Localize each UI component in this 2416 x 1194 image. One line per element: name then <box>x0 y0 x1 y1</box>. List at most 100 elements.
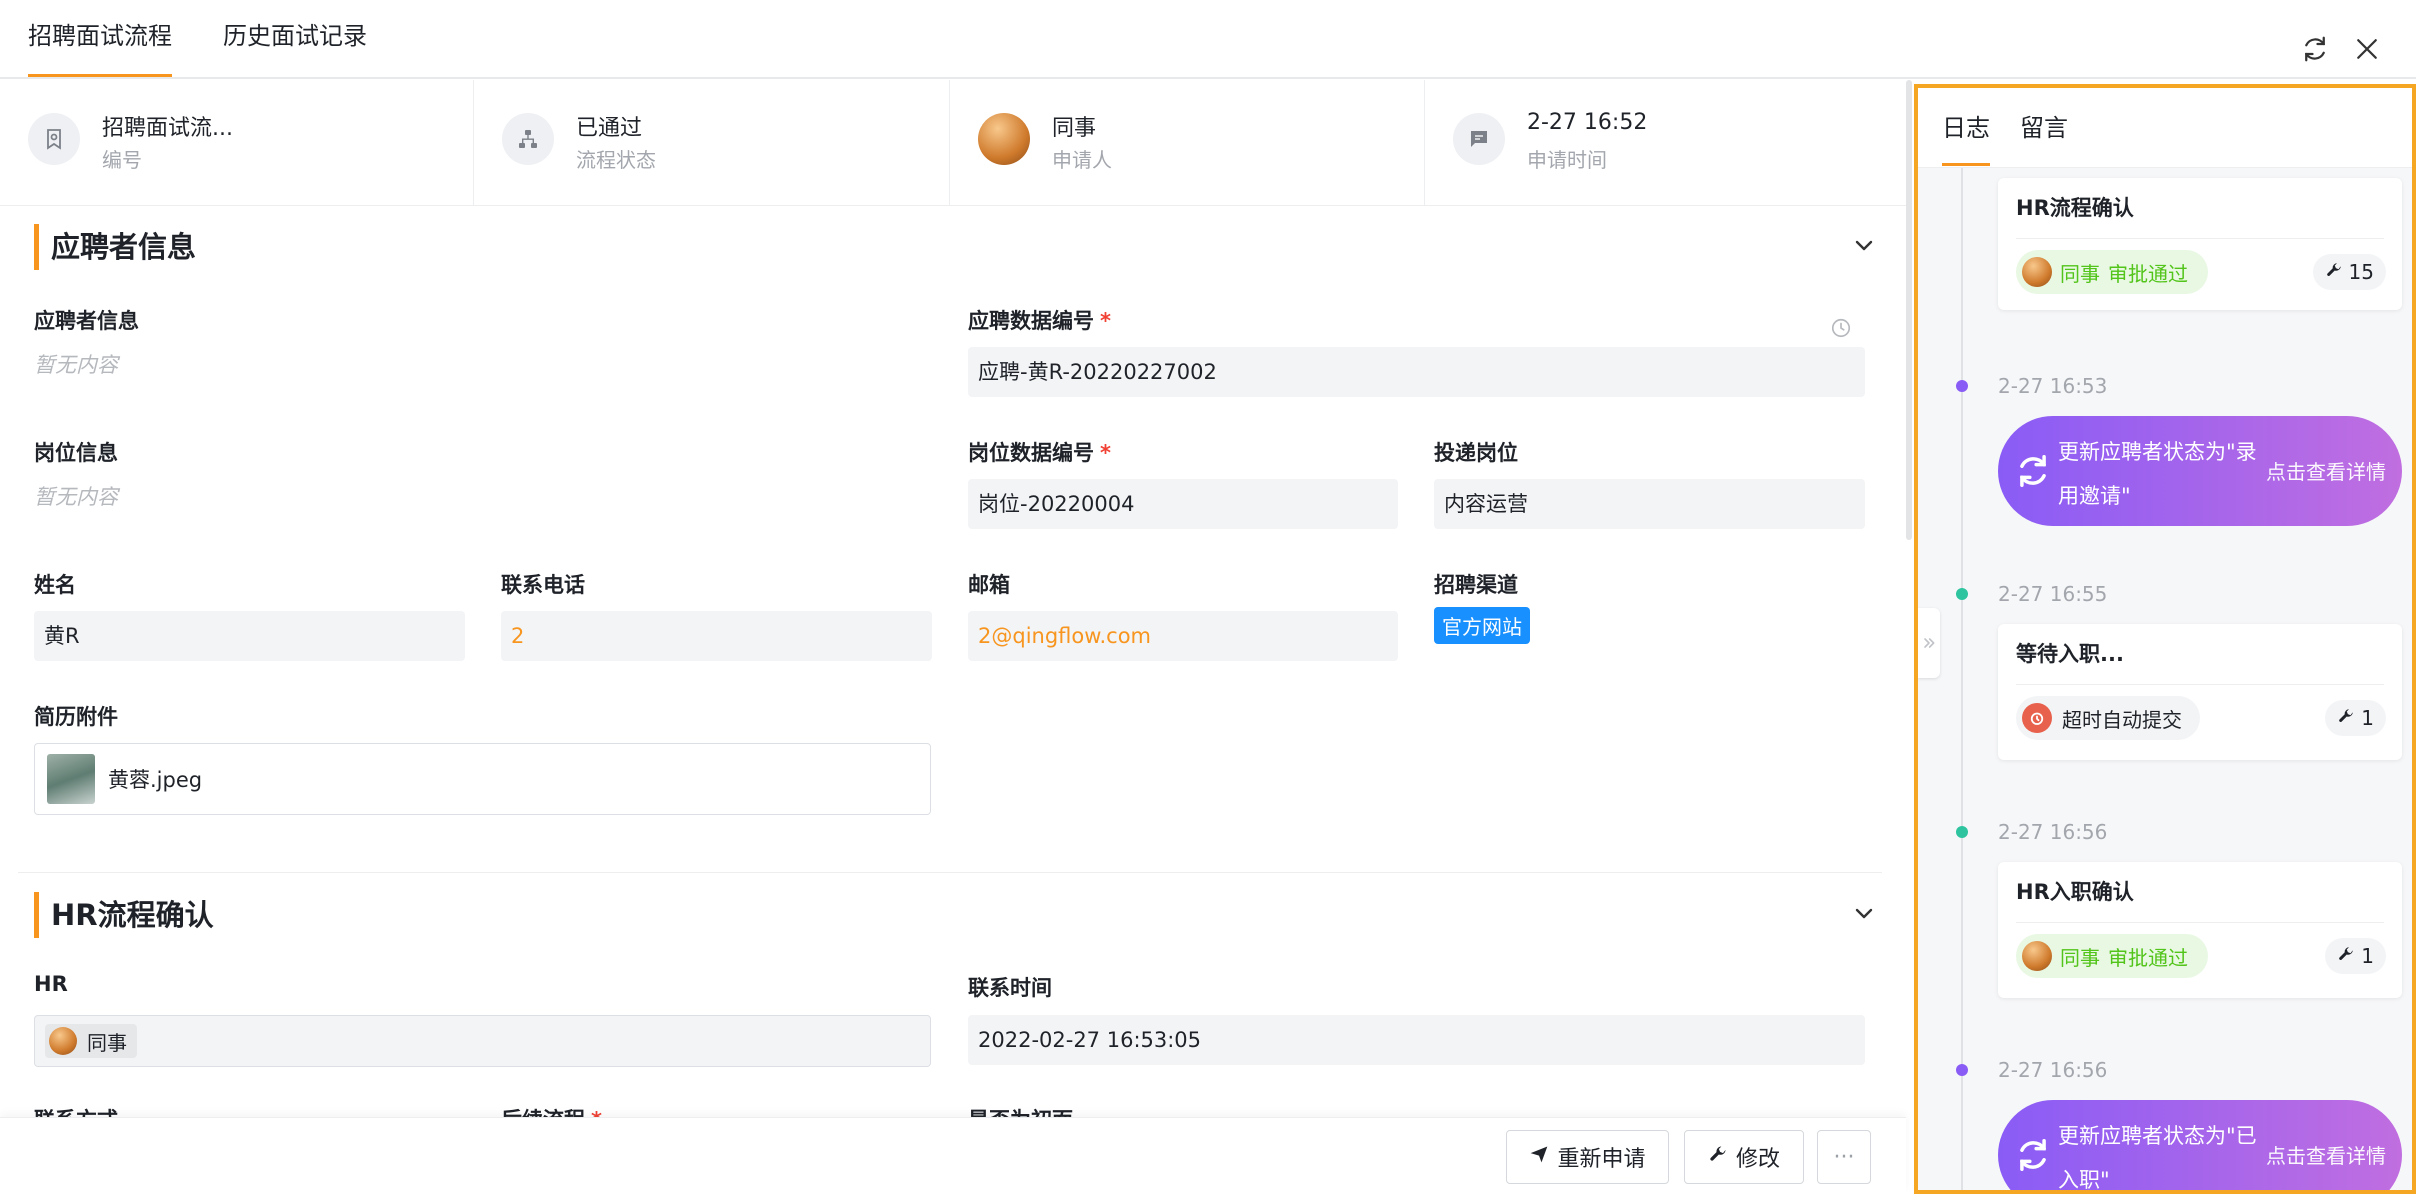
phone-field[interactable]: 2 <box>501 611 932 661</box>
auto-submit-pill: 超时自动提交 <box>2016 696 2200 740</box>
image-thumbnail <box>47 754 95 804</box>
user-avatar <box>2022 941 2052 971</box>
summary-number: 招聘面试流... 编号 <box>0 80 474 206</box>
log-card-title: HR入职确认 <box>2016 880 2134 904</box>
sync-icon <box>2014 1136 2052 1174</box>
bookmark-icon <box>28 113 80 165</box>
contact-time-field: 2022-02-27 16:53:05 <box>968 1015 1865 1065</box>
summary-row: 招聘面试流... 编号 已通过 流程状态 同事 申请人 2-27 16:52 申… <box>0 80 1906 206</box>
name-field: 黄R <box>34 611 465 661</box>
status-value: 已通过 <box>576 116 643 141</box>
count-value: 1 <box>2361 944 2374 968</box>
applicant-value: 同事 <box>1052 116 1097 141</box>
tab-recruit-process[interactable]: 招聘面试流程 <box>28 20 172 77</box>
sync-icon <box>2014 452 2052 490</box>
count-value: 15 <box>2348 260 2374 284</box>
log-card[interactable]: HR流程确认 同事 审批通过 15 <box>1998 178 2402 310</box>
timeline-dot <box>1956 826 1968 838</box>
count-value: 1 <box>2361 706 2374 730</box>
history-icon[interactable] <box>1830 317 1852 343</box>
applicant-avatar <box>978 113 1030 165</box>
email-field[interactable]: 2@qingflow.com <box>968 611 1398 661</box>
number-value: 招聘面试流... <box>102 116 233 141</box>
chevrons-right-icon <box>1924 638 1935 648</box>
required-mark: * <box>1100 309 1111 333</box>
divider <box>2016 684 2384 685</box>
target-position-field: 内容运营 <box>1434 479 1865 529</box>
timestamp: 2-27 16:56 <box>1998 1058 2108 1082</box>
form-area: 应聘者信息 应聘者信息 暂无内容 应聘数据编号 * 应聘-黄R-202202270… <box>0 207 1900 1117</box>
close-icon[interactable] <box>2352 34 2382 64</box>
bottom-toolbar: 重新申请 修改 ··· <box>0 1117 1906 1194</box>
chevron-down-icon[interactable] <box>1852 902 1876 926</box>
wrench-icon <box>2337 706 2355 730</box>
status-update-card[interactable]: 更新应聘者状态为"录用邀请" 点击查看详情 <box>1998 416 2402 526</box>
time-value: 2-27 16:52 <box>1527 110 1648 135</box>
app-no-label: 应聘数据编号 * <box>968 309 1111 333</box>
channel-tag: 官方网站 <box>1434 607 1530 644</box>
resume-file[interactable]: 黄蓉.jpeg <box>34 743 931 815</box>
applicant-info-empty: 暂无内容 <box>34 353 118 377</box>
log-card[interactable]: HR入职确认 同事 审批通过 1 <box>1998 862 2402 998</box>
name-label: 姓名 <box>34 573 76 597</box>
applicant-label: 申请人 <box>1052 148 1112 172</box>
hr-label: HR <box>34 972 68 996</box>
more-button[interactable]: ··· <box>1817 1130 1871 1184</box>
position-info-empty: 暂无内容 <box>34 485 118 509</box>
timestamp: 2-27 16:53 <box>1998 374 2108 398</box>
timeline-line <box>1961 168 1963 1190</box>
approval-pill: 同事 审批通过 <box>2016 934 2208 978</box>
approval-pill: 同事 审批通过 <box>2016 250 2208 294</box>
app-no-field: 应聘-黄R-20220227002 <box>968 347 1865 397</box>
tab-interview-history[interactable]: 历史面试记录 <box>223 20 413 77</box>
action-text: 审批通过 <box>2108 945 2188 970</box>
chevron-down-icon[interactable] <box>1852 234 1876 258</box>
summary-time: 2-27 16:52 申请时间 <box>1425 80 1906 206</box>
collapse-handle[interactable] <box>1918 608 1940 678</box>
resume-label: 简历附件 <box>34 705 118 729</box>
tab-log[interactable]: 日志 <box>1942 108 1990 166</box>
wrench-icon <box>2337 944 2355 968</box>
section-title-applicant: 应聘者信息 <box>34 224 196 270</box>
hr-user-name: 同事 <box>87 1030 127 1055</box>
view-detail-link[interactable]: 点击查看详情 <box>2266 456 2386 485</box>
log-card[interactable]: 等待入职... 超时自动提交 1 <box>1998 624 2402 760</box>
summary-applicant: 同事 申请人 <box>950 80 1425 206</box>
action-text: 审批通过 <box>2108 261 2188 286</box>
edit-button[interactable]: 修改 <box>1684 1130 1804 1184</box>
status-update-card[interactable]: 更新应聘者状态为"已入职" 点击查看详情 <box>1998 1100 2402 1190</box>
refresh-icon[interactable] <box>2300 34 2330 64</box>
section-title-hr: HR流程确认 <box>34 892 214 938</box>
view-detail-link[interactable]: 点击查看详情 <box>2266 1140 2386 1169</box>
followup-label: 后续流程* <box>501 1104 602 1117</box>
user-chip: 同事 <box>45 1024 137 1058</box>
count-badge[interactable]: 1 <box>2325 938 2386 974</box>
scrollbar[interactable] <box>1906 80 1912 540</box>
tab-comment[interactable]: 留言 <box>2020 108 2068 166</box>
reapply-label: 重新申请 <box>1557 1147 1646 1172</box>
edit-label: 修改 <box>1735 1147 1780 1172</box>
actor-name: 同事 <box>2060 945 2100 970</box>
timeline-dot <box>1956 588 1968 600</box>
log-tab-bar: 日志 留言 <box>1918 88 2412 168</box>
phone-label: 联系电话 <box>501 573 585 597</box>
pos-no-field: 岗位-20220004 <box>968 479 1398 529</box>
channel-label: 招聘渠道 <box>1434 573 1518 597</box>
reapply-button[interactable]: 重新申请 <box>1506 1130 1669 1184</box>
flow-icon <box>502 113 554 165</box>
count-badge[interactable]: 15 <box>2312 254 2386 290</box>
timeline-dot <box>1956 1064 1968 1076</box>
summary-status: 已通过 流程状态 <box>474 80 950 206</box>
time-label: 申请时间 <box>1527 148 1607 172</box>
user-avatar <box>2022 257 2052 287</box>
user-avatar <box>49 1027 77 1055</box>
message-icon <box>1453 113 1505 165</box>
log-card-title: 等待入职... <box>2016 642 2124 666</box>
count-badge[interactable]: 1 <box>2325 700 2386 736</box>
action-text: 超时自动提交 <box>2062 707 2182 732</box>
divider <box>2016 922 2384 923</box>
actor-name: 同事 <box>2060 261 2100 286</box>
timeline-dot <box>1956 380 1968 392</box>
timestamp: 2-27 16:56 <box>1998 820 2108 844</box>
target-position-label: 投递岗位 <box>1434 441 1518 465</box>
